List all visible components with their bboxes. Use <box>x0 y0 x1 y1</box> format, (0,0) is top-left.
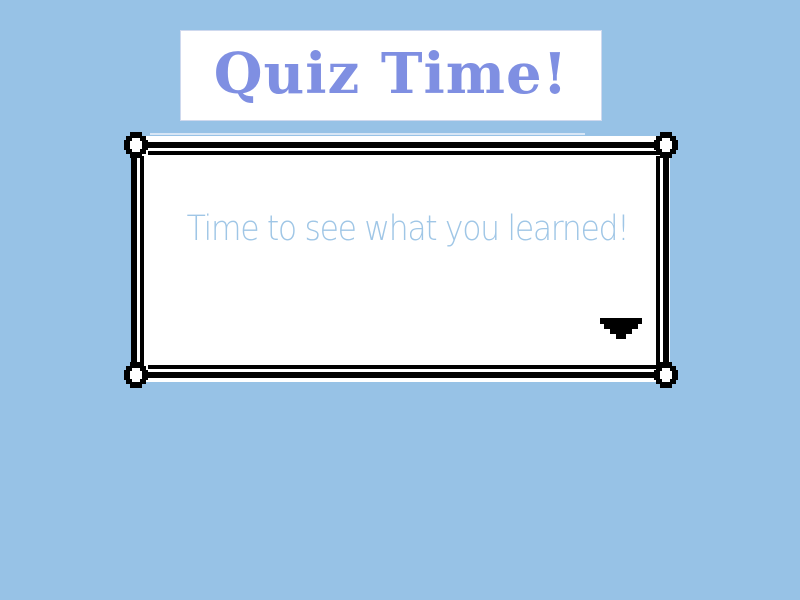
dialog-message: Time to see what you learned! <box>186 209 630 249</box>
dialog-box[interactable] <box>0 0 800 600</box>
dialog-panel <box>132 136 670 382</box>
